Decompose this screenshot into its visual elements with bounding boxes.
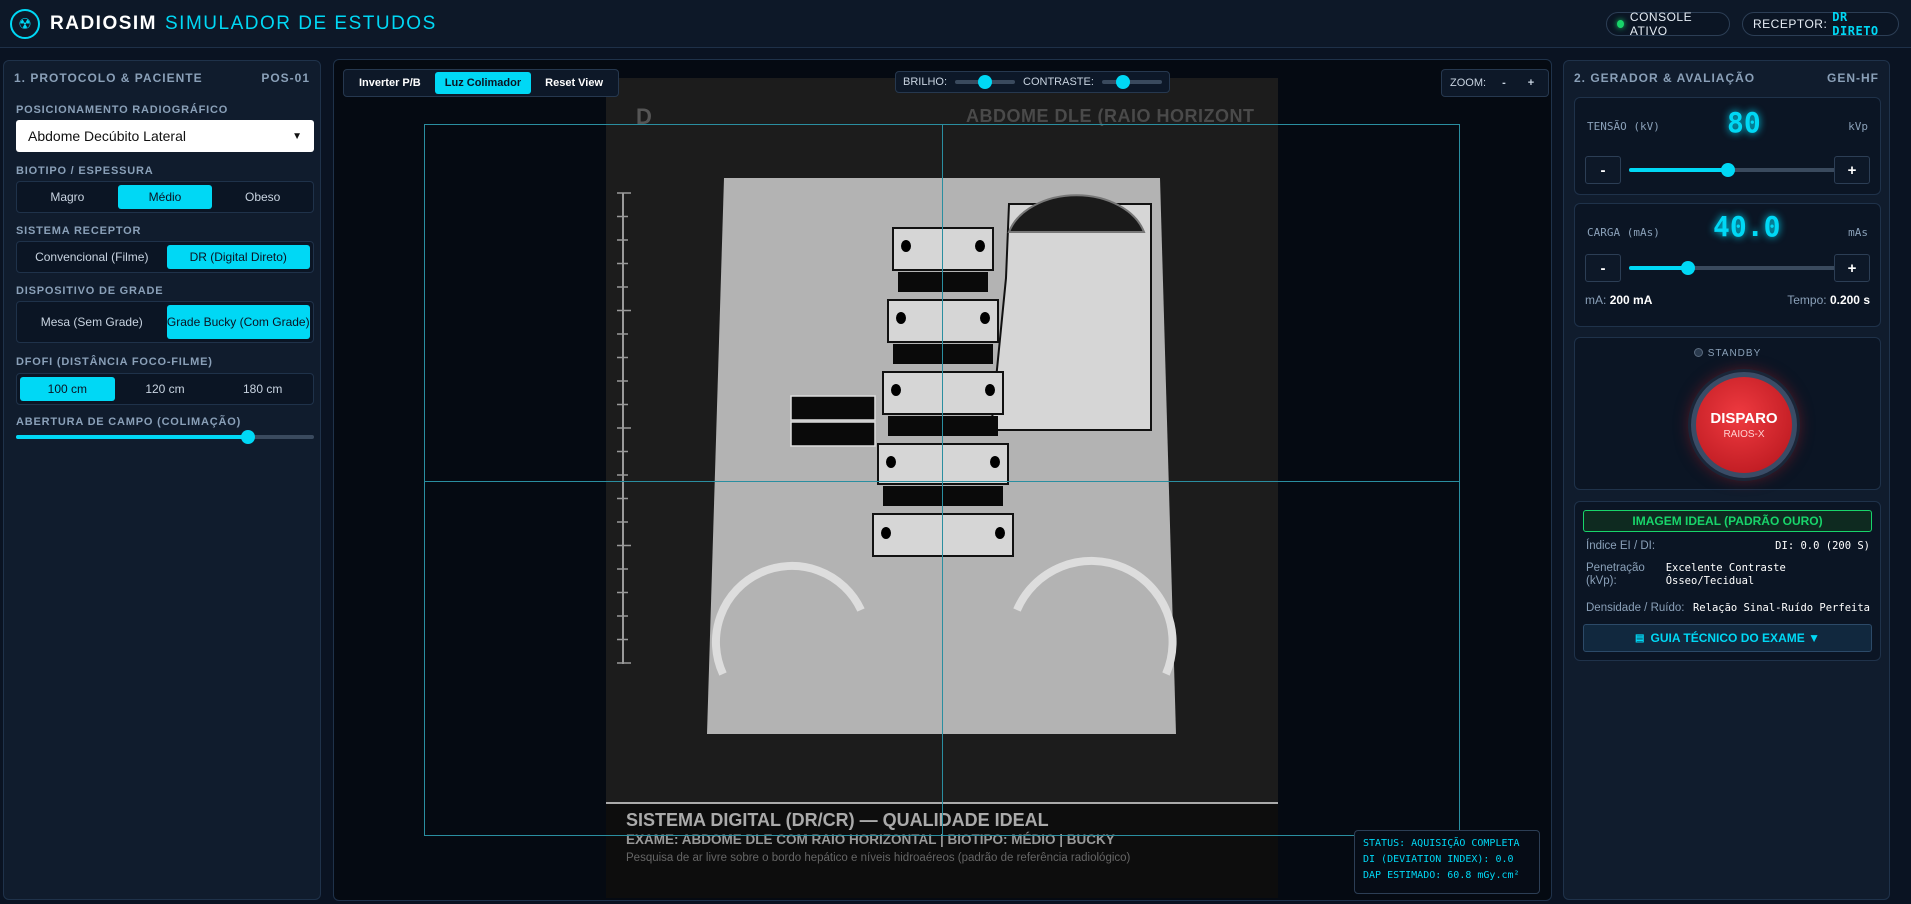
positioning-select[interactable]: Abdome Decúbito Lateral ▼ xyxy=(16,120,314,152)
standby-indicator: STANDBY xyxy=(1575,348,1880,359)
exposure-card: STANDBY DISPARO RAIOS-X xyxy=(1574,337,1881,490)
kv-unit: kVp xyxy=(1848,120,1868,133)
status-dot-icon xyxy=(1617,20,1624,28)
mas-unit: mAs xyxy=(1848,226,1868,239)
chevron-down-icon: ▼ xyxy=(292,130,302,142)
grid-label: DISPOSITIVO DE GRADE xyxy=(16,285,164,297)
kv-slider[interactable] xyxy=(1629,163,1839,177)
zoom-out-button[interactable]: - xyxy=(1496,75,1512,91)
protocol-panel: 1. PROTOCOLO & PACIENTE POS-01 POSICIONA… xyxy=(3,60,321,900)
mas-fill xyxy=(1629,266,1688,270)
biotype-option-obeso[interactable]: Obeso xyxy=(215,185,310,209)
distance-selector: 100 cm 120 cm 180 cm xyxy=(16,373,314,405)
time-readout: Tempo: 0.200 s xyxy=(1787,293,1870,307)
mas-label: CARGA (mAs) xyxy=(1587,226,1660,239)
kv-knob[interactable] xyxy=(1721,163,1735,177)
grid-option-bucky[interactable]: Grade Bucky (Com Grade) xyxy=(166,305,310,339)
evaluation-card: IMAGEM IDEAL (PADRÃO OURO) Índice EI / D… xyxy=(1574,501,1881,661)
receptor-system-label: SISTEMA RECEPTOR xyxy=(16,225,142,237)
distance-option-120[interactable]: 120 cm xyxy=(118,377,213,401)
brand-subtitle: SIMULADOR DE ESTUDOS xyxy=(165,12,437,34)
receptor-option-dr[interactable]: DR (Digital Direto) xyxy=(166,245,310,269)
generator-panel: 2. GERADOR & AVALIAÇÃO GEN-HF TENSÃO (kV… xyxy=(1563,60,1890,900)
kv-increase-button[interactable]: + xyxy=(1834,156,1870,184)
fire-button[interactable]: DISPARO RAIOS-X xyxy=(1691,372,1797,478)
contrast-knob[interactable] xyxy=(1115,75,1130,89)
exam-guide-button[interactable]: ▤ GUIA TÉCNICO DO EXAME ▼ xyxy=(1583,624,1872,652)
grid-option-table[interactable]: Mesa (Sem Grade) xyxy=(20,305,164,339)
status-line: STATUS: AQUISIÇÃO COMPLETA xyxy=(1363,838,1520,849)
kv-label: TENSÃO (kV) xyxy=(1587,120,1660,133)
top-bar: ☢ RADIOSIM SIMULADOR DE ESTUDOS CONSOLE … xyxy=(0,0,1911,48)
penetration-row: Penetração (kVp): Excelente Contraste Ós… xyxy=(1586,562,1786,587)
brand-name: RADIOSIM xyxy=(50,12,157,34)
distance-option-180[interactable]: 180 cm xyxy=(215,377,310,401)
kv-fill xyxy=(1629,168,1728,172)
brightness-label: BRILHO: xyxy=(903,76,948,88)
biotype-option-magro[interactable]: Magro xyxy=(20,185,115,209)
mas-card: CARGA (mAs) 40.0 mAs - + mA: 200 mA Temp… xyxy=(1574,203,1881,327)
zoom-in-button[interactable]: + xyxy=(1522,75,1540,91)
panel-header: 2. GERADOR & AVALIAÇÃO GEN-HF xyxy=(1574,71,1879,85)
contrast-slider[interactable] xyxy=(1101,75,1162,89)
density-row: Densidade / Ruído: Relação Sinal-Ruído P… xyxy=(1586,602,1870,614)
collimation-label: ABERTURA DE CAMPO (COLIMAÇÃO) xyxy=(16,416,242,428)
brightness-slider[interactable] xyxy=(955,75,1016,89)
collimator-crosshair-v xyxy=(942,124,943,836)
kv-decrease-button[interactable]: - xyxy=(1585,156,1621,184)
kv-value: 80 xyxy=(1727,106,1761,139)
result-badge: IMAGEM IDEAL (PADRÃO OURO) xyxy=(1583,510,1872,532)
mas-value: 40.0 xyxy=(1713,210,1781,243)
book-icon: ▤ xyxy=(1635,632,1645,644)
deviation-index-line: DI (DEVIATION INDEX): 0.0 xyxy=(1363,854,1514,865)
panel-header: 1. PROTOCOLO & PACIENTE POS-01 xyxy=(14,71,310,85)
collimation-fill xyxy=(16,435,248,439)
collimation-knob[interactable] xyxy=(241,430,255,444)
invert-button[interactable]: Inverter P/B xyxy=(349,72,431,94)
dfofi-label: DFOFI (DISTÂNCIA FOCO-FILME) xyxy=(16,356,213,368)
image-viewer: D ABDOME DLE (RAIO HORIZONT SISTEMA DIGI… xyxy=(333,59,1552,901)
kv-card: TENSÃO (kV) 80 kVp - + xyxy=(1574,97,1881,195)
collimator-crosshair-h xyxy=(424,481,1460,482)
zoom-toolbar: ZOOM: - + xyxy=(1441,69,1550,97)
ma-readout: mA: 200 mA xyxy=(1585,293,1653,307)
radiation-icon: ☢ xyxy=(10,8,40,39)
biotype-label: BIOTIPO / ESPESSURA xyxy=(16,165,154,177)
contrast-label: CONTRASTE: xyxy=(1023,76,1094,88)
receptor-option-film[interactable]: Convencional (Filme) xyxy=(20,245,164,269)
receptor-badge: RECEPTOR: DR DIRETO xyxy=(1742,10,1899,38)
collimator-light-button[interactable]: Luz Colimador xyxy=(434,72,532,94)
mas-increase-button[interactable]: + xyxy=(1834,254,1870,282)
mas-slider[interactable] xyxy=(1629,261,1839,275)
reset-view-button[interactable]: Reset View xyxy=(535,72,613,94)
view-toolbar: Inverter P/B Luz Colimador Reset View xyxy=(343,69,620,97)
adjust-toolbar: BRILHO: CONTRASTE: xyxy=(895,71,1170,93)
mas-decrease-button[interactable]: - xyxy=(1585,254,1621,282)
distance-option-100[interactable]: 100 cm xyxy=(20,377,115,401)
receptor-system-selector: Convencional (Filme) DR (Digital Direto) xyxy=(16,241,314,273)
zoom-label: ZOOM: xyxy=(1450,77,1487,89)
positioning-label: POSICIONAMENTO RADIOGRÁFICO xyxy=(16,104,229,116)
grid-selector: Mesa (Sem Grade) Grade Bucky (Com Grade) xyxy=(16,301,314,343)
ei-row: Índice EI / DI: DI: 0.0 (200 S) xyxy=(1586,540,1870,552)
collimation-slider[interactable] xyxy=(16,430,314,444)
caption-description: Pesquisa de ar livre sobre o bordo hepát… xyxy=(626,852,1131,864)
dap-line: DAP ESTIMADO: 60.8 mGy.cm² xyxy=(1363,870,1520,881)
biotype-option-medio[interactable]: Médio xyxy=(117,185,213,209)
console-status-badge: CONSOLE ATIVO xyxy=(1606,10,1730,38)
biotype-selector: Magro Médio Obeso xyxy=(16,181,314,213)
acquisition-status-box: STATUS: AQUISIÇÃO COMPLETA DI (DEVIATION… xyxy=(1354,830,1540,894)
mas-knob[interactable] xyxy=(1681,261,1695,275)
standby-light-icon xyxy=(1693,348,1703,357)
brightness-knob[interactable] xyxy=(978,75,993,89)
